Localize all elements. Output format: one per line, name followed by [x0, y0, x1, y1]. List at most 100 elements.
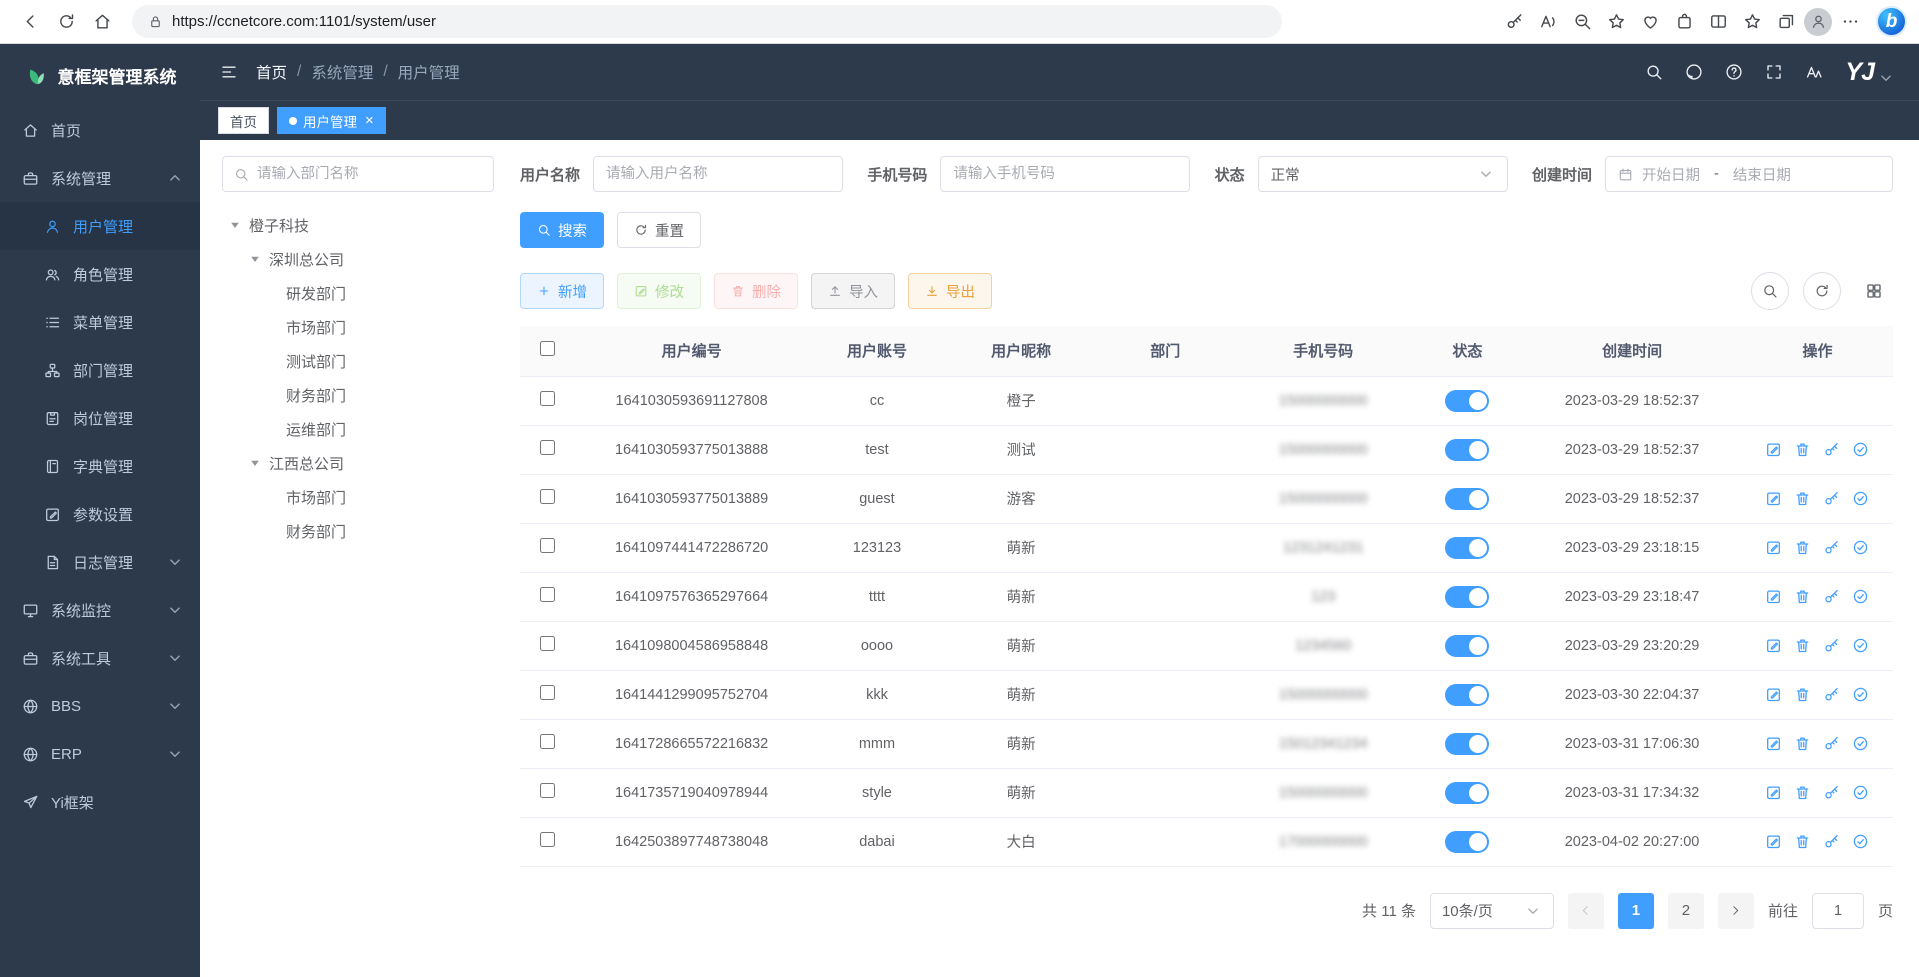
status-toggle[interactable] [1445, 635, 1489, 657]
dept-search-input[interactable] [257, 166, 482, 182]
tree-node-dept[interactable]: 市场部门 [222, 480, 494, 514]
reset-password-icon[interactable] [1823, 637, 1840, 654]
assign-role-icon[interactable] [1852, 735, 1869, 752]
sidebar-item-home[interactable]: 首页 [0, 106, 200, 154]
tree-node-company[interactable]: 深圳总公司 [222, 242, 494, 276]
browser-home-icon[interactable] [86, 6, 118, 38]
sidebar-item-system-monitor[interactable]: 系统监控 [0, 586, 200, 634]
row-checkbox[interactable] [540, 538, 555, 553]
refresh-table-button[interactable] [1803, 272, 1841, 310]
row-checkbox[interactable] [540, 489, 555, 504]
delete-action-icon[interactable] [1794, 686, 1811, 703]
add-favorite-icon[interactable] [1600, 6, 1632, 38]
sidebar-item-post-management[interactable]: 岗位管理 [0, 394, 200, 442]
prev-page-button[interactable] [1568, 893, 1604, 929]
sidebar-item-yi-framework[interactable]: Yi框架 [0, 778, 200, 826]
breadcrumb-home[interactable]: 首页 [256, 61, 287, 83]
assign-role-icon[interactable] [1852, 441, 1869, 458]
sidebar-item-role-management[interactable]: 角色管理 [0, 250, 200, 298]
edit-button[interactable]: 修改 [617, 273, 701, 309]
reset-password-icon[interactable] [1823, 686, 1840, 703]
edit-action-icon[interactable] [1765, 686, 1782, 703]
status-toggle[interactable] [1445, 537, 1489, 559]
edit-action-icon[interactable] [1765, 539, 1782, 556]
delete-action-icon[interactable] [1794, 784, 1811, 801]
export-button[interactable]: 导出 [908, 273, 992, 309]
edit-action-icon[interactable] [1765, 588, 1782, 605]
status-toggle[interactable] [1445, 390, 1489, 412]
assign-role-icon[interactable] [1852, 539, 1869, 556]
next-page-button[interactable] [1718, 893, 1754, 929]
app-logo[interactable]: 意框架管理系统 [0, 44, 200, 106]
sidebar-item-log-management[interactable]: 日志管理 [0, 538, 200, 586]
page-size-select[interactable]: 10条/页 [1430, 893, 1554, 929]
tree-node-dept[interactable]: 财务部门 [222, 514, 494, 548]
delete-action-icon[interactable] [1794, 588, 1811, 605]
reset-password-icon[interactable] [1823, 784, 1840, 801]
browser-essentials-icon[interactable] [1634, 6, 1666, 38]
assign-role-icon[interactable] [1852, 637, 1869, 654]
status-toggle[interactable] [1445, 733, 1489, 755]
delete-action-icon[interactable] [1794, 441, 1811, 458]
delete-button[interactable]: 删除 [714, 273, 798, 309]
sidebar-item-system-tools[interactable]: 系统工具 [0, 634, 200, 682]
sidebar-item-bbs[interactable]: BBS [0, 682, 200, 730]
select-all-checkbox[interactable] [540, 341, 555, 356]
delete-action-icon[interactable] [1794, 637, 1811, 654]
edit-action-icon[interactable] [1765, 833, 1782, 850]
sidebar-item-menu-management[interactable]: 菜单管理 [0, 298, 200, 346]
status-toggle[interactable] [1445, 831, 1489, 853]
fullscreen-icon[interactable] [1765, 63, 1783, 81]
zoom-out-icon[interactable] [1566, 6, 1598, 38]
sidebar-item-user-management[interactable]: 用户管理 [0, 202, 200, 250]
goto-page-input[interactable] [1812, 893, 1864, 929]
collapse-sidebar-icon[interactable] [220, 63, 238, 81]
reset-button[interactable]: 重置 [617, 212, 701, 248]
date-range-picker[interactable]: 开始日期 - 结束日期 [1605, 156, 1893, 192]
search-icon[interactable] [1645, 63, 1663, 81]
edit-action-icon[interactable] [1765, 735, 1782, 752]
edit-action-icon[interactable] [1765, 490, 1782, 507]
help-icon[interactable] [1725, 63, 1743, 81]
assign-role-icon[interactable] [1852, 686, 1869, 703]
search-toggle-button[interactable] [1751, 272, 1789, 310]
tree-node-dept[interactable]: 市场部门 [222, 310, 494, 344]
sidebar-item-erp[interactable]: ERP [0, 730, 200, 778]
assign-role-icon[interactable] [1852, 833, 1869, 850]
status-select[interactable]: 正常 [1258, 156, 1508, 192]
edit-action-icon[interactable] [1765, 637, 1782, 654]
favorites-bar-icon[interactable] [1736, 6, 1768, 38]
phone-input[interactable] [940, 156, 1190, 192]
status-toggle[interactable] [1445, 684, 1489, 706]
assign-role-icon[interactable] [1852, 588, 1869, 605]
row-checkbox[interactable] [540, 832, 555, 847]
tree-node-root[interactable]: 橙子科技 [222, 208, 494, 242]
row-checkbox[interactable] [540, 783, 555, 798]
tree-node-dept[interactable]: 研发部门 [222, 276, 494, 310]
back-icon[interactable] [14, 6, 46, 38]
reset-password-icon[interactable] [1823, 441, 1840, 458]
reset-password-icon[interactable] [1823, 588, 1840, 605]
delete-action-icon[interactable] [1794, 833, 1811, 850]
sidebar-item-system-management[interactable]: 系统管理 [0, 154, 200, 202]
tree-node-dept[interactable]: 财务部门 [222, 378, 494, 412]
delete-action-icon[interactable] [1794, 735, 1811, 752]
reset-password-icon[interactable] [1823, 490, 1840, 507]
breadcrumb-system[interactable]: 系统管理 [311, 61, 373, 83]
row-checkbox[interactable] [540, 391, 555, 406]
reset-password-icon[interactable] [1823, 735, 1840, 752]
sidebar-item-dept-management[interactable]: 部门管理 [0, 346, 200, 394]
delete-action-icon[interactable] [1794, 490, 1811, 507]
reset-password-icon[interactable] [1823, 833, 1840, 850]
tree-node-dept[interactable]: 运维部门 [222, 412, 494, 446]
more-menu-icon[interactable] [1834, 6, 1866, 38]
password-key-icon[interactable] [1498, 6, 1530, 38]
profile-avatar[interactable] [1804, 8, 1832, 36]
status-toggle[interactable] [1445, 586, 1489, 608]
bing-chat-icon[interactable]: b [1876, 6, 1907, 37]
assign-role-icon[interactable] [1852, 784, 1869, 801]
status-toggle[interactable] [1445, 488, 1489, 510]
page-button-2[interactable]: 2 [1668, 893, 1704, 929]
read-aloud-icon[interactable] [1532, 6, 1564, 38]
split-screen-icon[interactable] [1702, 6, 1734, 38]
